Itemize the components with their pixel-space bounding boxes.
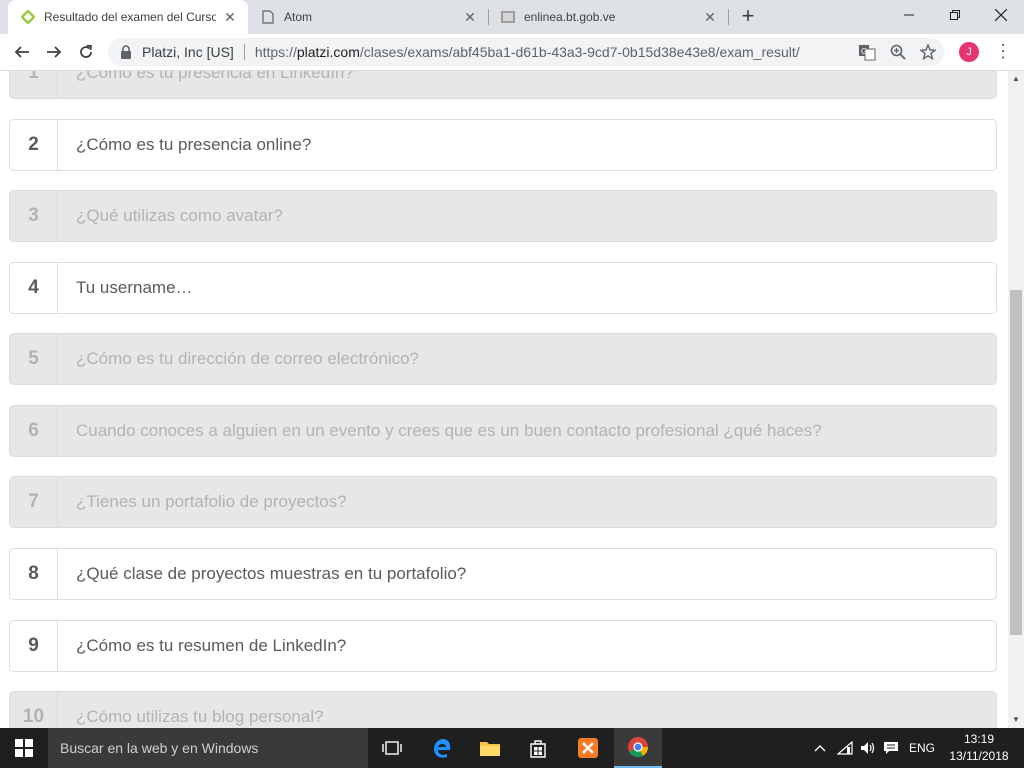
question-row[interactable]: 6 Cuando conoces a alguien en un evento … [9, 405, 997, 457]
system-clock[interactable]: 13:19 13/11/2018 [944, 731, 1014, 765]
scroll-up-arrow-icon[interactable]: ▲ [1008, 71, 1024, 87]
question-text: ¿Cómo es tu resumen de LinkedIn? [76, 636, 347, 655]
svg-text:G: G [861, 47, 867, 56]
question-number: 5 [10, 334, 58, 384]
taskbar-edge[interactable] [418, 728, 466, 768]
question-number: 3 [10, 191, 58, 241]
scroll-thumb[interactable] [1010, 290, 1022, 635]
question-number: 2 [10, 120, 58, 170]
omnibox-separator [243, 44, 245, 60]
translate-icon[interactable]: G [858, 43, 876, 64]
forward-button[interactable] [40, 38, 68, 66]
start-button[interactable] [0, 728, 48, 768]
question-row[interactable]: 9 ¿Cómo es tu resumen de LinkedIn? [9, 620, 997, 672]
question-number: 7 [10, 477, 58, 527]
new-tab-button[interactable]: + [736, 5, 760, 29]
url-text: https://platzi.com/clases/exams/abf45ba1… [255, 44, 800, 60]
windows-logo-icon [15, 739, 33, 757]
question-row[interactable]: 1 ¿Cómo es tu presencia en LinkedIn? [9, 71, 997, 99]
url-host: platzi.com [296, 44, 360, 60]
question-row[interactable]: 2 ¿Cómo es tu presencia online? [9, 119, 997, 171]
taskbar-chrome[interactable] [614, 728, 662, 768]
search-placeholder: Buscar en la web y en Windows [60, 740, 259, 756]
page-scrollbar[interactable]: ▲ ▼ [1008, 71, 1024, 728]
restore-button[interactable] [932, 0, 978, 30]
question-text: ¿Cómo es tu presencia en LinkedIn? [76, 71, 354, 82]
chrome-icon [628, 737, 649, 758]
site-icon [500, 9, 516, 25]
url-scheme: https:// [254, 44, 297, 60]
lock-icon[interactable] [120, 45, 132, 59]
network-icon[interactable] [834, 728, 856, 768]
back-button[interactable] [8, 38, 36, 66]
tab-label: Resultado del examen del Curso [44, 10, 216, 24]
profile-avatar[interactable]: J [959, 42, 979, 62]
question-text: ¿Cómo es tu dirección de correo electrón… [76, 349, 419, 368]
question-row[interactable]: 10 ¿Cómo utilizas tu blog personal? [9, 691, 997, 728]
tab-exam-result[interactable]: Resultado del examen del Curso ✕ [8, 0, 248, 34]
clock-date: 13/11/2018 [949, 749, 1009, 763]
minimize-button[interactable] [886, 0, 932, 30]
store-icon [530, 740, 546, 758]
page-icon [260, 9, 276, 25]
tab-label: Atom [284, 10, 313, 24]
exam-result-page: 1 ¿Cómo es tu presencia en LinkedIn? 2 ¿… [0, 71, 1008, 728]
question-text: ¿Tienes un portafolio de proyectos? [76, 492, 347, 511]
close-window-button[interactable] [978, 0, 1024, 30]
tab-enlinea[interactable]: enlinea.bt.gob.ve ✕ [488, 0, 728, 34]
close-tab-icon[interactable]: ✕ [462, 9, 478, 25]
question-text: ¿Qué clase de proyectos muestras en tu p… [76, 564, 467, 583]
question-row[interactable]: 3 ¿Qué utilizas como avatar? [9, 190, 997, 242]
task-view-icon [382, 741, 402, 755]
tab-strip: Resultado del examen del Curso ✕ Atom ✕ … [0, 0, 1024, 34]
taskbar-search-box[interactable]: Buscar en la web y en Windows [48, 728, 368, 768]
task-view-button[interactable] [368, 728, 416, 768]
question-text: ¿Cómo es tu presencia online? [76, 135, 312, 154]
taskbar-xampp[interactable] [564, 728, 612, 768]
close-tab-icon[interactable]: ✕ [702, 9, 718, 25]
question-text: ¿Cómo utilizas tu blog personal? [76, 707, 324, 726]
question-number: 6 [10, 406, 58, 456]
question-row[interactable]: 4 Tu username… [9, 262, 997, 314]
question-row[interactable]: 5 ¿Cómo es tu dirección de correo electr… [9, 333, 997, 385]
question-number: 1 [10, 71, 58, 98]
site-identity: Platzi, Inc [US] [142, 44, 234, 60]
windows-taskbar: Buscar en la web y en Windows ENG 13:19 … [0, 728, 1024, 768]
menu-dots-icon[interactable]: ⋮ [994, 40, 1012, 64]
address-bar[interactable]: Platzi, Inc [US] https://platzi.com/clas… [108, 38, 944, 66]
tab-separator [728, 9, 729, 25]
browser-toolbar: Platzi, Inc [US] https://platzi.com/clas… [0, 34, 1024, 71]
question-number: 9 [10, 621, 58, 671]
question-row[interactable]: 7 ¿Tienes un portafolio de proyectos? [9, 476, 997, 528]
notifications-icon[interactable] [880, 728, 902, 768]
platzi-icon [20, 9, 36, 25]
question-row[interactable]: 8 ¿Qué clase de proyectos muestras en tu… [9, 548, 997, 600]
edge-icon [434, 739, 451, 758]
language-indicator[interactable]: ENG [904, 728, 940, 768]
question-text: Tu username… [76, 278, 193, 297]
question-number: 4 [10, 263, 58, 313]
question-text: Cuando conoces a alguien en un evento y … [76, 421, 822, 440]
folder-icon [480, 742, 500, 756]
close-tab-icon[interactable]: ✕ [222, 9, 238, 25]
xampp-icon [578, 738, 598, 758]
tab-atom[interactable]: Atom ✕ [248, 0, 488, 34]
taskbar-file-explorer[interactable] [466, 728, 514, 768]
omnibox-actions: G [858, 43, 937, 64]
url-path: /clases/exams/abf45ba1-d61b-43a3-9cd7-0b… [359, 44, 800, 60]
tab-label: enlinea.bt.gob.ve [524, 10, 616, 24]
bookmark-star-icon[interactable] [919, 43, 937, 63]
question-number: 10 [10, 692, 58, 728]
question-number: 8 [10, 549, 58, 599]
zoom-icon[interactable] [890, 44, 906, 63]
scroll-down-arrow-icon[interactable]: ▼ [1008, 712, 1024, 728]
question-text: ¿Qué utilizas como avatar? [76, 206, 283, 225]
volume-icon[interactable] [858, 728, 878, 768]
clock-time: 13:19 [963, 732, 995, 746]
reload-button[interactable] [72, 38, 100, 66]
taskbar-store[interactable] [514, 728, 562, 768]
tray-chevron-icon[interactable] [810, 728, 830, 768]
